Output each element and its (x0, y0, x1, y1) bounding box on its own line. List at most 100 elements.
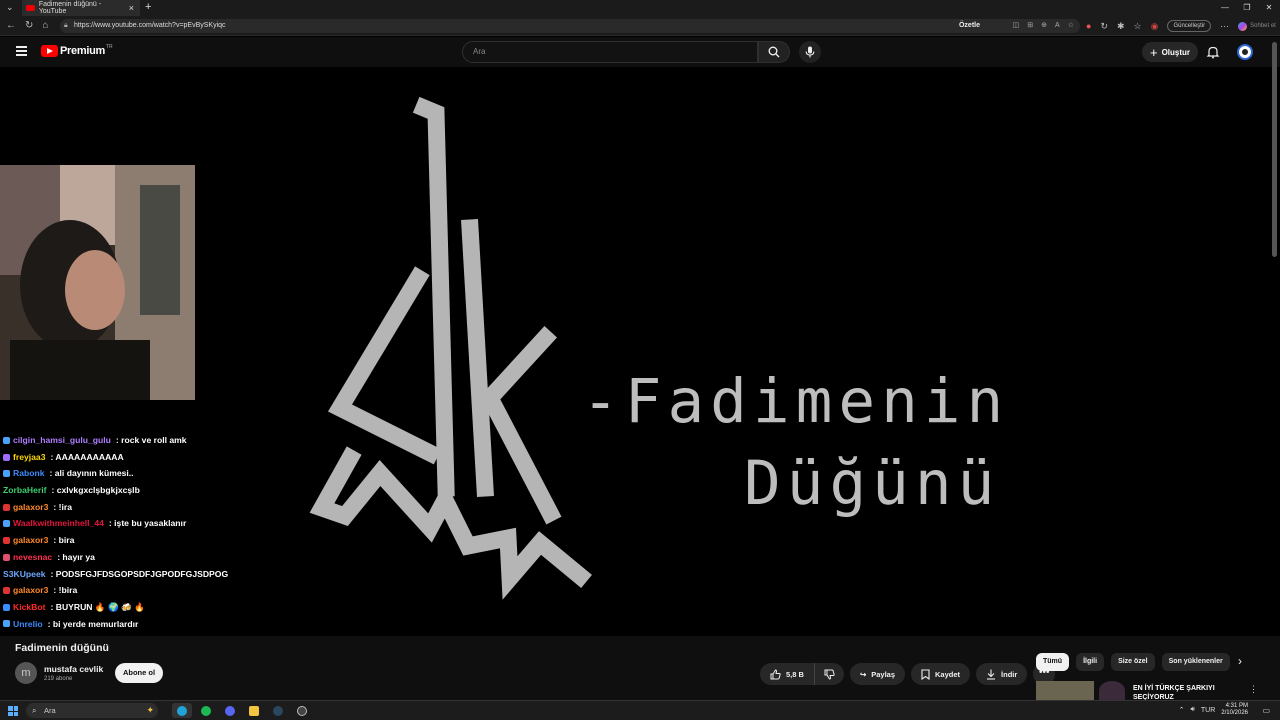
chat-message: Rabonk: ali dayının kümesi.. (0, 465, 280, 482)
taskbar-search[interactable]: ⌕ Ara ✦ (26, 703, 158, 718)
file-explorer-icon[interactable] (244, 703, 264, 718)
windows-taskbar: ⌕ Ara ✦ ⌃ 🔊︎ TUR 4:31 PM 2/10/2026 ▭ (0, 700, 1280, 720)
account-avatar[interactable] (1237, 44, 1253, 60)
tab-actions-icon[interactable]: ⌄ (6, 2, 14, 13)
chip-recent[interactable]: Son yüklenenler (1161, 653, 1230, 671)
puzzle-icon[interactable]: ✱ (1117, 21, 1125, 32)
chat-username: galaxor3 (13, 535, 49, 546)
chat-text: : AAAAAAAAAAA (50, 451, 124, 462)
chat-message: S3KUpeek: PODSFGJFDSGOPSDFJGPODFGJSDPOG (0, 566, 280, 583)
recommended-thumbnail (1036, 681, 1094, 700)
profile-extension-icon[interactable]: ◉ (1151, 21, 1159, 32)
chat-badge-icon (3, 503, 10, 511)
download-label: İndir (1001, 669, 1018, 679)
chat-username: galaxor3 (13, 501, 49, 512)
chip-related[interactable]: İlgili (1076, 653, 1105, 671)
chat-text: : BUYRUN 🔥 🌍 🍻 🔥 (50, 601, 145, 612)
chat-message: galaxor3 : !ira (0, 499, 280, 516)
chat-message: freyjaa3 : AAAAAAAAAAA (0, 449, 280, 466)
search-icon: ⌕ (32, 706, 37, 715)
chevron-right-icon[interactable]: › (1238, 654, 1242, 668)
apps-icon[interactable]: ⊞ (1027, 19, 1033, 33)
window-controls: — ❐ ✕ (1214, 0, 1280, 16)
clock[interactable]: 4:31 PM 2/10/2026 (1221, 703, 1248, 717)
search-button[interactable] (758, 41, 790, 63)
zoom-icon[interactable]: ⊕ (1041, 19, 1047, 33)
recommended-video[interactable]: EN İYİ TÜRKÇE ŞARKIYI SEÇİYORUZ ⋮ (1036, 681, 1262, 700)
subscribe-button[interactable]: Abone ol (115, 663, 163, 683)
chat-text: : bira (53, 535, 75, 546)
recommended-title: EN İYİ TÜRKÇE ŞARKIYI SEÇİYORUZ (1133, 685, 1215, 700)
more-vert-icon[interactable]: ⋮ (1249, 684, 1258, 695)
address-bar[interactable]: 🔒︎ https://www.youtube.com/watch?v=pEvBy… (60, 19, 1080, 33)
save-button[interactable]: Kaydet (911, 663, 971, 685)
youtube-logo[interactable]: Premium TR (41, 44, 113, 57)
region-code: TR (105, 44, 113, 50)
chat-text: : ali dayının kümesi.. (49, 468, 134, 479)
copilot-chat-button[interactable]: Sohbet et (1238, 21, 1276, 31)
chip-for-you[interactable]: Size özel (1111, 653, 1155, 671)
steam-app-icon[interactable] (268, 703, 288, 718)
summarize-button[interactable]: Özetle (959, 19, 980, 33)
tray-chevron-icon[interactable]: ⌃ (1179, 706, 1185, 714)
browser-tab[interactable]: Fadimenin düğünü - YouTube × (22, 0, 140, 16)
menu-icon[interactable] (16, 46, 27, 58)
download-button[interactable]: İndir (976, 663, 1028, 685)
streamer-webcam (0, 165, 195, 400)
extension-icon[interactable]: ● (1086, 21, 1091, 31)
maximize-button[interactable]: ❐ (1236, 0, 1258, 16)
windows-start-icon[interactable] (8, 706, 18, 716)
chip-all[interactable]: Tümü (1036, 653, 1070, 671)
channel-avatar[interactable]: m (15, 662, 37, 684)
plus-icon: + (1149, 44, 1158, 60)
favorites-icon[interactable]: ☆ (1134, 21, 1142, 32)
chat-badge-icon (3, 603, 10, 611)
chat-text: : hayır ya (57, 551, 95, 562)
notifications-bell-icon[interactable] (1206, 45, 1220, 59)
chat-message: cilgin_hamsi_gulu_gulu: rock ve roll amk (0, 432, 280, 449)
tab-close-icon[interactable]: × (129, 3, 134, 13)
chat-username: freyjaa3 (13, 451, 46, 462)
volume-icon[interactable]: 🔊︎ (1190, 706, 1194, 714)
chat-text: : !ira (53, 501, 72, 512)
chat-username: KickBot (13, 601, 46, 612)
channel-name[interactable]: mustafa cevlik (44, 664, 103, 674)
close-window-button[interactable]: ✕ (1258, 0, 1280, 16)
update-button[interactable]: Güncelleştir (1167, 20, 1212, 32)
chat-badge-icon (3, 620, 10, 628)
share-button[interactable]: ↪ Paylaş (849, 663, 906, 685)
youtube-favicon-icon (26, 5, 35, 11)
like-count: 5,8 B (786, 669, 804, 679)
search-input[interactable]: Ara (462, 41, 758, 63)
voice-search-button[interactable] (799, 41, 821, 63)
video-player[interactable]: -Fadimenin Düğünü cilgin_hamsi_gulu_gulu… (0, 68, 1268, 636)
new-tab-button[interactable]: + (145, 1, 151, 13)
copilot-chat-label: Sohbet et (1250, 23, 1276, 29)
discord-app-icon[interactable] (220, 703, 240, 718)
edge-app-icon[interactable] (172, 703, 192, 718)
refresh-extension-icon[interactable]: ↻ (1100, 21, 1108, 32)
settings-more-icon[interactable]: ⋯ (1220, 21, 1229, 32)
notification-icon[interactable]: ▭ (1262, 706, 1270, 715)
browser-toolbar: ← ↻ ⌂ 🔒︎ https://www.youtube.com/watch?v… (0, 16, 1280, 36)
thumbs-up-icon (770, 668, 781, 679)
page-scrollbar[interactable] (1272, 42, 1277, 257)
video-info-bar: Fadimenin düğünü m mustafa cevlik 219 ab… (0, 636, 1280, 700)
dislike-button[interactable] (814, 663, 844, 685)
language-indicator[interactable]: TUR (1201, 707, 1215, 714)
bookmark-icon (921, 668, 930, 680)
home-icon[interactable]: ⌂ (42, 20, 48, 31)
back-icon[interactable]: ← (6, 20, 16, 31)
reload-icon[interactable]: ↻ (25, 20, 33, 31)
create-button[interactable]: + Oluştur (1142, 42, 1198, 62)
youtube-header: Premium TR Ara + Oluştur (0, 37, 1280, 67)
site-info-icon[interactable]: 🔒︎ (64, 19, 68, 33)
read-aloud-icon[interactable]: A (1055, 19, 1060, 33)
recommendation-chips: Tümü İlgili Size özel Son yüklenenler (1036, 653, 1230, 671)
obs-app-icon[interactable] (292, 703, 312, 718)
favorite-star-icon[interactable]: ☆ (1068, 19, 1074, 33)
minimize-button[interactable]: — (1214, 0, 1236, 16)
like-button[interactable]: 5,8 B (760, 663, 815, 685)
reader-icon[interactable]: ◫ (1013, 19, 1020, 33)
spotify-app-icon[interactable] (196, 703, 216, 718)
